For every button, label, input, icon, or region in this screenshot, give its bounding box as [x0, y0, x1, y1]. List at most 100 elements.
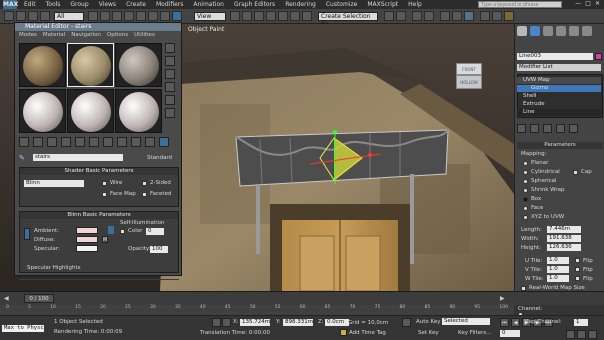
ambient-color-swatch[interactable] [76, 227, 98, 234]
show-end-result-toggle-icon[interactable] [530, 124, 539, 133]
redo-icon[interactable] [16, 11, 26, 21]
set-key-button[interactable]: Set Key [418, 330, 439, 336]
opacity-value-field[interactable]: 100 [150, 246, 168, 253]
viewcube-bottom-face[interactable]: HOLLOW [456, 75, 482, 89]
maximize-button[interactable]: □ [585, 0, 591, 7]
stack-item-uvw-map[interactable]: UVW Map [517, 77, 601, 84]
search-input[interactable] [478, 1, 562, 8]
material-editor-icon[interactable] [464, 11, 474, 21]
diffuse-map-button[interactable]: M [102, 236, 108, 243]
layer-manager-icon[interactable] [412, 11, 422, 21]
w-flip-checkbox[interactable] [575, 276, 580, 281]
key-filters-button[interactable]: Key Filters... [458, 330, 491, 336]
reset-map-icon[interactable] [61, 137, 71, 147]
material-type-button[interactable]: Standard [147, 155, 172, 161]
u-flip-checkbox[interactable] [575, 258, 580, 263]
planar-radio[interactable] [523, 161, 528, 166]
menu-modifiers[interactable]: Modifiers [156, 1, 183, 8]
object-color-swatch[interactable] [595, 53, 602, 60]
go-forward-sibling-icon[interactable] [159, 137, 169, 147]
window-crossing-icon[interactable] [124, 11, 134, 21]
eyedropper-icon[interactable]: ✎ [19, 154, 27, 162]
viewcube[interactable]: FRONT HOLLOW [456, 63, 484, 99]
reference-coordinate-dropdown[interactable]: View [194, 12, 226, 21]
material-id-icon[interactable] [103, 137, 113, 147]
percent-snap-icon[interactable] [290, 11, 300, 21]
undo-icon[interactable] [4, 11, 14, 21]
named-selection-dropdown[interactable]: Create Selection Se [318, 12, 378, 28]
menu-tools[interactable]: Tools [46, 1, 61, 8]
uv-tiling-icon[interactable] [165, 82, 175, 92]
diffuse-color-swatch[interactable] [76, 236, 98, 243]
move-icon[interactable] [136, 11, 146, 21]
rendered-frame-icon[interactable] [492, 11, 502, 21]
material-slot-1[interactable] [19, 43, 66, 87]
stack-item-gizmo[interactable]: Gizmo [517, 85, 601, 92]
material-slot-3[interactable] [115, 43, 162, 87]
zoom-icon[interactable] [566, 330, 575, 339]
select-by-name-icon[interactable] [100, 11, 110, 21]
parameters-rollout-title[interactable]: Parameters [517, 142, 603, 149]
go-to-parent-icon[interactable] [145, 137, 155, 147]
menu-create[interactable]: Create [126, 1, 146, 8]
blinn-rollout-title[interactable]: Blinn Basic Parameters [20, 212, 178, 219]
self-illum-color-checkbox[interactable] [120, 229, 125, 234]
object-name-field[interactable]: Line003 [517, 53, 593, 60]
menu-edit[interactable]: Edit [24, 1, 36, 8]
app-logo[interactable]: MAX [3, 0, 18, 9]
angle-snap-icon[interactable] [278, 11, 288, 21]
viewport-label[interactable]: Object Paint [188, 26, 224, 33]
spherical-radio[interactable] [523, 179, 528, 184]
motion-tab-icon[interactable] [556, 26, 566, 36]
mat-menu-options[interactable]: Options [107, 32, 128, 40]
mirror-icon[interactable] [384, 11, 394, 21]
y-coord-field[interactable]: 898.331m [283, 319, 313, 326]
put-to-scene-icon[interactable] [33, 137, 43, 147]
viewcube-front-face[interactable]: FRONT [456, 63, 482, 75]
rotate-icon[interactable] [148, 11, 158, 21]
mat-menu-navigation[interactable]: Navigation [71, 32, 101, 40]
mat-menu-modes[interactable]: Modes [19, 32, 37, 40]
width-field[interactable]: 191.638 [547, 235, 581, 242]
u-tile-field[interactable]: 1.0 [547, 257, 569, 264]
display-tab-icon[interactable] [569, 26, 579, 36]
render-setup-icon[interactable] [480, 11, 490, 21]
specular-highlights-title[interactable]: Specular Highlights [27, 265, 80, 271]
modifier-list-dropdown[interactable]: Modifier List [517, 64, 601, 71]
make-unique-icon[interactable] [75, 137, 85, 147]
stack-item-line[interactable]: Line [517, 109, 601, 116]
align-icon[interactable] [396, 11, 406, 21]
time-tag-icon[interactable] [340, 329, 347, 336]
stack-item-extrude[interactable]: Extrude [517, 101, 601, 108]
current-frame-field[interactable]: 0 [500, 330, 520, 337]
faceted-checkbox[interactable] [142, 192, 147, 197]
menu-views[interactable]: Views [99, 1, 116, 8]
close-button[interactable]: ✕ [595, 0, 600, 7]
rect-selection-icon[interactable] [112, 11, 122, 21]
menu-maxscript[interactable]: MAXScript [367, 1, 398, 8]
material-slot-6[interactable] [115, 89, 162, 133]
configure-modifier-sets-icon[interactable] [569, 124, 578, 133]
schematic-view-icon[interactable] [452, 11, 462, 21]
background-icon[interactable] [165, 69, 175, 79]
cylindrical-radio[interactable] [523, 170, 528, 175]
mat-menu-utilities[interactable]: Utilities [134, 32, 155, 40]
v-tile-field[interactable]: 1.0 [547, 266, 569, 273]
menu-customize[interactable]: Customize [326, 1, 358, 8]
show-shaded-icon[interactable] [117, 137, 127, 147]
lock-diffuse-specular-icon[interactable] [108, 226, 114, 234]
menu-animation[interactable]: Animation [193, 1, 224, 8]
lock-selection-icon[interactable] [212, 318, 221, 327]
backlight-icon[interactable] [165, 56, 175, 66]
box-radio[interactable] [523, 197, 528, 202]
shrink-wrap-radio[interactable] [523, 188, 528, 193]
lock-ambient-diffuse-icon[interactable] [24, 228, 30, 240]
render-production-icon[interactable] [504, 11, 514, 21]
previous-key-icon[interactable]: ◀ [511, 318, 520, 327]
select-object-icon[interactable] [88, 11, 98, 21]
utilities-tab-icon[interactable] [582, 26, 592, 36]
stack-item-shell[interactable]: Shell [517, 93, 601, 100]
material-editor-title[interactable]: Material Editor - stairs [15, 23, 181, 31]
orbit-icon[interactable] [588, 330, 597, 339]
map-channel-field[interactable]: 1 [574, 319, 588, 326]
